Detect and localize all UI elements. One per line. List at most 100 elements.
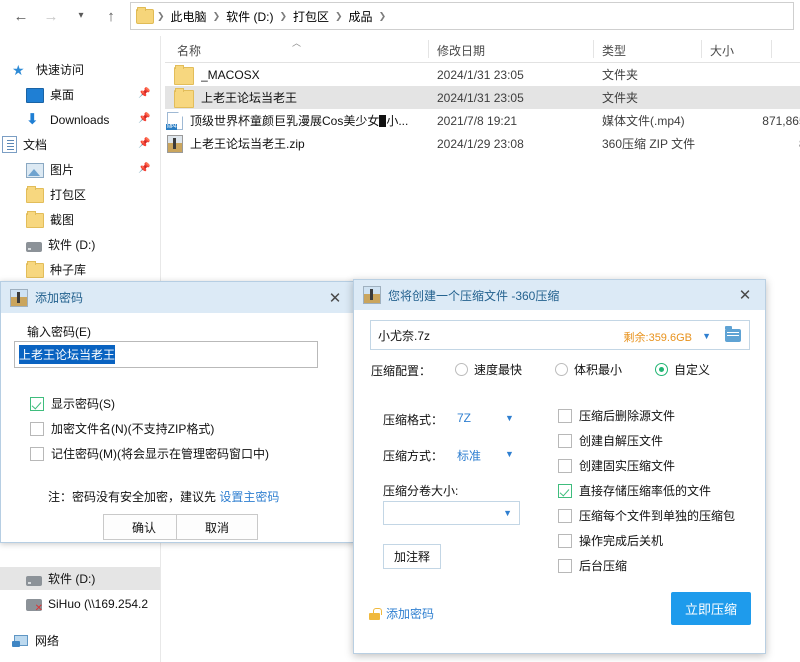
sidebar-item-software-drive[interactable]: 软件 (D:) xyxy=(0,233,160,256)
sidebar-item-quick-access[interactable]: ★ 快速访问 xyxy=(0,58,160,81)
radio-icon[interactable] xyxy=(655,363,668,376)
file-size: 871,865 KB xyxy=(710,114,800,128)
sidebar-item-label: SiHuo (\\169.254.2 xyxy=(48,597,148,611)
star-icon: ★ xyxy=(12,62,30,78)
radio-custom[interactable]: 自定义 xyxy=(655,361,710,378)
checkbox-label: 显示密码(S) xyxy=(51,395,115,412)
column-header-date[interactable]: 修改日期 xyxy=(437,42,485,59)
add-comment-button[interactable]: 加注释 xyxy=(383,544,441,569)
sidebar-item-pictures[interactable]: 图片 📌 xyxy=(0,158,160,181)
column-header-size[interactable]: 大小 xyxy=(710,42,734,59)
radio-icon[interactable] xyxy=(555,363,568,376)
add-password-link[interactable]: 添加密码 xyxy=(369,605,434,622)
breadcrumb-item-1[interactable]: 软件 (D:) xyxy=(221,8,278,25)
checkbox-suffix: (将会显示在管理密码窗口中) xyxy=(117,445,269,462)
checkbox-label: 加密文件名(N) xyxy=(51,420,128,437)
password-input-label-text: 输入密码(E) xyxy=(27,325,91,339)
confirm-button[interactable]: 确认 xyxy=(103,514,185,540)
column-header: ︿ 名称 修改日期 类型 大小 xyxy=(165,36,800,63)
sidebar-item-label: Downloads xyxy=(50,113,109,127)
radio-fastest[interactable]: 速度最快 xyxy=(455,361,522,378)
zip-icon xyxy=(167,135,183,153)
sidebar-item-packaging[interactable]: 打包区 xyxy=(0,183,160,206)
up-icon[interactable]: ↑ xyxy=(98,5,124,27)
sidebar-item-label: 种子库 xyxy=(50,261,86,278)
folder-icon xyxy=(26,213,44,228)
breadcrumb-item-3[interactable]: 成品 xyxy=(344,8,378,25)
sidebar-item-label: 软件 (D:) xyxy=(48,236,95,253)
file-date: 2021/7/8 19:21 xyxy=(437,114,517,128)
sidebar-item-downloads[interactable]: ⬇ Downloads 📌 xyxy=(0,108,160,131)
breadcrumb-separator: ❯ xyxy=(156,11,166,22)
archive-name-input[interactable]: 小尤奈.7z 剩余:359.6GB ▼ xyxy=(370,320,750,350)
table-row[interactable]: 上老王论坛当老王.zip 2024/1/29 23:08 360压缩 ZIP 文… xyxy=(165,132,800,155)
sidebar-item-documents[interactable]: 文档 📌 xyxy=(0,133,160,156)
file-name: _MACOSX xyxy=(201,68,260,82)
radio-label: 速度最快 xyxy=(474,361,522,378)
browse-folder-icon[interactable] xyxy=(725,329,741,342)
cancel-button[interactable]: 取消 xyxy=(176,514,258,540)
file-size: 8 KB xyxy=(710,137,800,151)
set-master-password-link[interactable]: 设置主密码 xyxy=(219,490,279,504)
password-note-text: 注：密码没有安全加密，建议先 xyxy=(48,490,219,504)
sidebar-item-desktop[interactable]: 桌面 📌 xyxy=(0,83,160,106)
radio-label: 自定义 xyxy=(674,361,710,378)
breadcrumb-separator: ❯ xyxy=(212,11,222,22)
network-drive-icon xyxy=(26,599,42,611)
chevron-down-icon[interactable]: ▼ xyxy=(503,508,512,518)
add-password-dialog: 添加密码 ✕ 输入密码(E) 上老王论坛当老王 显示密码(S) 加密文件名(N)… xyxy=(0,281,356,543)
drive-icon xyxy=(26,242,42,252)
sidebar-item-label: 软件 (D:) xyxy=(48,570,95,587)
sidebar-item-software-drive-bottom[interactable]: 软件 (D:) xyxy=(0,567,160,590)
zip-icon xyxy=(363,286,381,304)
sidebar-item-network[interactable]: 网络 xyxy=(0,629,160,652)
sidebar-item-label: 文档 xyxy=(23,136,47,153)
checkbox-encrypt-filename[interactable]: 加密文件名(N) (不支持ZIP格式) xyxy=(30,420,214,437)
chevron-down-icon[interactable]: ▼ xyxy=(702,331,711,341)
close-icon[interactable]: ✕ xyxy=(725,280,765,310)
breadcrumb-item-0[interactable]: 此电脑 xyxy=(166,8,212,25)
radio-icon[interactable] xyxy=(455,363,468,376)
sidebar-item-screenshots[interactable]: 截图 xyxy=(0,208,160,231)
sidebar-item-seeds[interactable]: 种子库 xyxy=(0,258,160,281)
checkbox-icon[interactable] xyxy=(30,397,44,411)
folder-icon xyxy=(26,263,44,278)
breadcrumb-separator: ❯ xyxy=(334,11,344,22)
chevron-down-icon[interactable]: ▾ xyxy=(68,5,94,27)
free-space-label: 剩余:359.6GB xyxy=(624,329,692,345)
checkbox-remember-password[interactable]: 记住密码(M) (将会显示在管理密码窗口中) xyxy=(30,445,269,462)
file-name: 上老王论坛当老王.zip xyxy=(190,135,305,152)
table-row[interactable]: 上老王论坛当老王 2024/1/31 23:05 文件夹 xyxy=(165,86,800,109)
zip-icon xyxy=(10,289,28,307)
document-icon xyxy=(2,136,17,153)
checkbox-label: 记住密码(M) xyxy=(51,445,117,462)
password-input[interactable]: 上老王论坛当老王 xyxy=(14,341,318,368)
column-header-type[interactable]: 类型 xyxy=(602,42,626,59)
volume-size-select[interactable]: ▼ xyxy=(383,501,520,525)
file-type: 文件夹 xyxy=(602,66,638,83)
picture-icon xyxy=(26,163,44,178)
column-header-name[interactable]: 名称 xyxy=(177,42,201,59)
checkbox-icon[interactable] xyxy=(30,422,44,436)
back-icon[interactable]: ← xyxy=(8,5,34,27)
forward-icon[interactable]: → xyxy=(38,5,64,27)
table-row[interactable]: _MACOSX 2024/1/31 23:05 文件夹 xyxy=(165,63,800,86)
breadcrumb-item-2[interactable]: 打包区 xyxy=(288,8,334,25)
address-bar[interactable]: ❯ 此电脑 ❯ 软件 (D:) ❯ 打包区 ❯ 成品 ❯ xyxy=(130,2,794,30)
sidebar-item-sihuo-network-drive[interactable]: SiHuo (\\169.254.2 xyxy=(0,592,160,615)
password-input-value: 上老王论坛当老王 xyxy=(19,345,115,364)
checkbox-icon[interactable] xyxy=(30,447,44,461)
file-type: 媒体文件(.mp4) xyxy=(602,112,685,129)
navigation-bar: ← → ▾ ↑ ❯ 此电脑 ❯ 软件 (D:) ❯ 打包区 ❯ 成品 ❯ xyxy=(0,0,800,32)
pin-icon: 📌 xyxy=(138,113,148,125)
file-name-tail: 小... xyxy=(386,114,408,128)
file-type: 360压缩 ZIP 文件 xyxy=(602,135,695,152)
dialog-title-bar: 添加密码 ✕ xyxy=(1,282,355,313)
mp4-icon xyxy=(167,112,183,130)
radio-smallest[interactable]: 体积最小 xyxy=(555,361,622,378)
checkbox-show-password[interactable]: 显示密码(S) xyxy=(30,395,115,412)
file-type: 文件夹 xyxy=(602,89,638,106)
close-icon[interactable]: ✕ xyxy=(315,282,355,313)
compress-now-button[interactable]: 立即压缩 xyxy=(671,592,751,625)
table-row[interactable]: 顶级世界杯童颜巨乳漫展Cos美少女小... 2021/7/8 19:21 媒体文… xyxy=(165,109,800,132)
